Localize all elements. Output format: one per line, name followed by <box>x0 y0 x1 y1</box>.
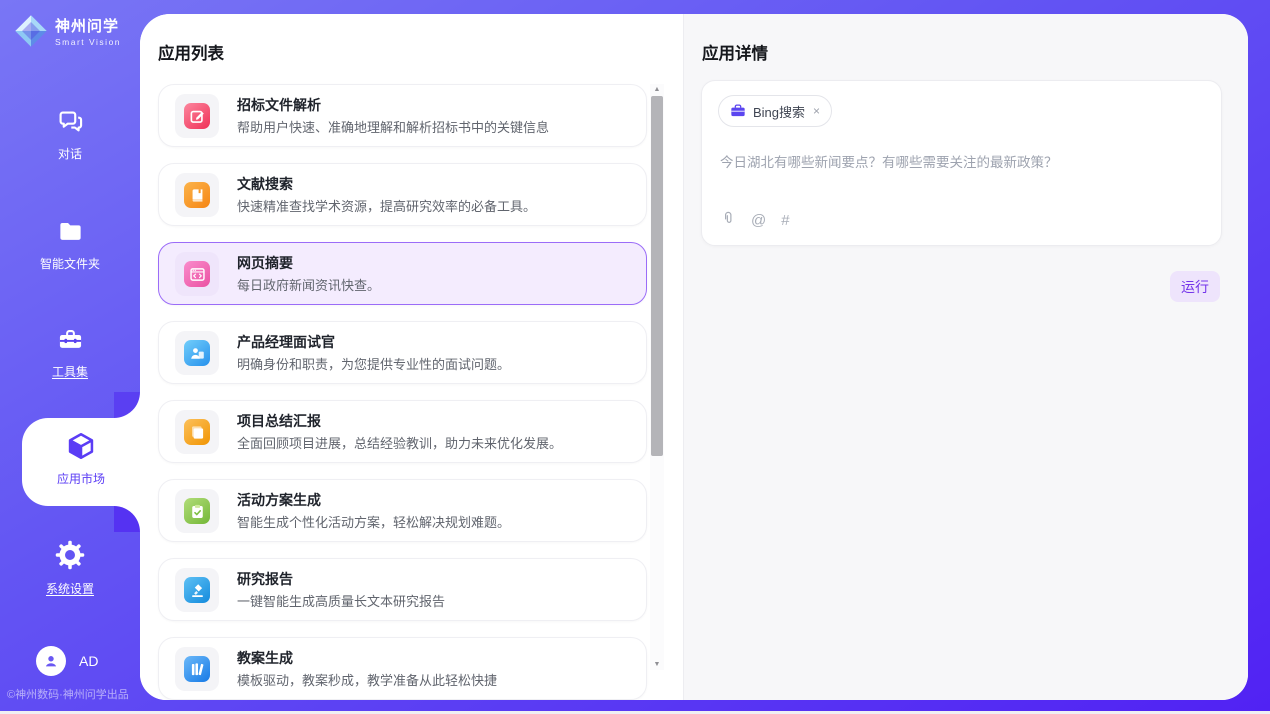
app-name: 产品经理面试官 <box>237 332 335 352</box>
avatar <box>36 646 66 676</box>
hash-icon[interactable]: # <box>781 213 789 228</box>
run-button[interactable]: 运行 <box>1170 271 1220 302</box>
gem-logo-icon <box>13 13 49 49</box>
sidebar-item-label: 智能文件夹 <box>0 255 140 272</box>
browser-code-icon <box>184 261 210 287</box>
copyright-text: ©神州数码·神州问学出品 <box>7 686 147 702</box>
app-name: 活动方案生成 <box>237 490 321 510</box>
toolbox-icon <box>57 326 84 353</box>
app-desc: 全面回顾项目进展，总结经验教训，助力未来优化发展。 <box>237 433 562 452</box>
app-tile <box>175 173 219 217</box>
sidebar-item-toolset[interactable]: 工具集 <box>0 326 140 380</box>
scrollbar[interactable]: ▲ ▼ <box>650 84 664 670</box>
app-card-project-summary[interactable]: 项目总结汇报 全面回顾项目进展，总结经验教训，助力未来优化发展。 <box>158 400 647 463</box>
app-detail-pane: 应用详情 Bing搜索 × 今日湖北有哪些新闻要点？有哪些需要关注的最新政策？ <box>683 14 1248 700</box>
app-detail-title: 应用详情 <box>702 40 768 64</box>
app-tile <box>175 252 219 296</box>
scrollbar-thumb[interactable] <box>651 96 663 456</box>
app-name: 招标文件解析 <box>237 95 321 115</box>
clipboard-check-icon <box>184 498 210 524</box>
chip-close-icon[interactable]: × <box>813 104 820 118</box>
app-card-bid-analysis[interactable]: 招标文件解析 帮助用户快速、准确地理解和解析招标书中的关键信息 <box>158 84 647 147</box>
book-icon <box>184 182 210 208</box>
app-card-web-summary[interactable]: 网页摘要 每日政府新闻资讯快查。 <box>158 242 647 305</box>
app-list: 招标文件解析 帮助用户快速、准确地理解和解析招标书中的关键信息 文献搜索 快速精… <box>158 84 647 700</box>
app-desc: 一键智能生成高质量长文本研究报告 <box>237 591 445 610</box>
folder-icon <box>57 218 84 245</box>
app-name: 文献搜索 <box>237 174 293 194</box>
main-content: 应用列表 招标文件解析 帮助用户快速、准确地理解和解析招标书中的关键信息 <box>140 14 1248 700</box>
prompt-toolbar: @ # <box>720 210 790 230</box>
app-list-pane: 应用列表 招标文件解析 帮助用户快速、准确地理解和解析招标书中的关键信息 <box>140 14 683 700</box>
user-account[interactable]: AD <box>36 646 98 676</box>
app-desc: 每日政府新闻资讯快查。 <box>237 275 380 294</box>
microscope-icon <box>184 577 210 603</box>
prompt-card: Bing搜索 × 今日湖北有哪些新闻要点？有哪些需要关注的最新政策？ @ # <box>701 80 1222 246</box>
app-name: 网页摘要 <box>237 253 293 273</box>
app-tile <box>175 410 219 454</box>
app-desc: 快速精准查找学术资源，提高研究效率的必备工具。 <box>237 196 536 215</box>
chat-icon <box>57 108 84 135</box>
app-name: 教案生成 <box>237 648 293 668</box>
notch-curve-top <box>114 392 140 418</box>
notes-icon <box>184 419 210 445</box>
tool-chip-bing-search[interactable]: Bing搜索 × <box>718 95 832 127</box>
app-tile <box>175 331 219 375</box>
sidebar-item-label: 工具集 <box>0 363 140 380</box>
brand-name: 神州问学 <box>55 15 121 36</box>
app-card-lesson-plan[interactable]: 教案生成 模板驱动，教案秒成，教学准备从此轻松快捷 <box>158 637 647 700</box>
app-desc: 帮助用户快速、准确地理解和解析招标书中的关键信息 <box>237 117 549 136</box>
app-desc: 模板驱动，教案秒成，教学准备从此轻松快捷 <box>237 670 497 689</box>
sidebar-item-chat[interactable]: 对话 <box>0 108 140 162</box>
app-name: 研究报告 <box>237 569 293 589</box>
sidebar-item-app-market[interactable]: 应用市场 <box>22 418 140 506</box>
scroll-up-icon[interactable]: ▲ <box>650 86 664 93</box>
edit-square-icon <box>184 103 210 129</box>
app-desc: 明确身份和职责，为您提供专业性的面试问题。 <box>237 354 510 373</box>
brand-tagline: Smart Vision <box>55 37 121 47</box>
app-card-research-report[interactable]: 研究报告 一键智能生成高质量长文本研究报告 <box>158 558 647 621</box>
cube-icon <box>65 430 97 462</box>
interviewer-icon <box>184 340 210 366</box>
app-tile <box>175 647 219 691</box>
app-tile <box>175 489 219 533</box>
notch-curve-bottom <box>114 506 140 532</box>
brand-logo: 神州问学 Smart Vision <box>13 13 121 49</box>
app-tile <box>175 94 219 138</box>
app-tile <box>175 568 219 612</box>
app-card-event-plan[interactable]: 活动方案生成 智能生成个性化活动方案，轻松解决规划难题。 <box>158 479 647 542</box>
app-name: 项目总结汇报 <box>237 411 321 431</box>
gear-icon <box>55 540 85 570</box>
tool-chip-label: Bing搜索 <box>753 102 805 121</box>
app-card-literature-search[interactable]: 文献搜索 快速精准查找学术资源，提高研究效率的必备工具。 <box>158 163 647 226</box>
sidebar-item-settings[interactable]: 系统设置 <box>0 540 140 597</box>
user-initials: AD <box>79 653 98 669</box>
app-list-title: 应用列表 <box>158 40 224 64</box>
sidebar-item-label: 系统设置 <box>0 580 140 597</box>
books-icon <box>184 656 210 682</box>
briefcase-icon <box>730 103 746 119</box>
sidebar-item-label: 对话 <box>0 145 140 162</box>
sidebar-item-smart-folder[interactable]: 智能文件夹 <box>0 218 140 272</box>
scroll-down-icon[interactable]: ▼ <box>650 661 664 668</box>
app-desc: 智能生成个性化活动方案，轻松解决规划难题。 <box>237 512 510 531</box>
prompt-input[interactable]: 今日湖北有哪些新闻要点？有哪些需要关注的最新政策？ <box>720 151 1203 171</box>
app-window: 神州问学 Smart Vision 对话 智能文件夹 <box>0 0 1270 714</box>
sidebar-item-label: 应用市场 <box>22 470 140 487</box>
app-card-pm-interviewer[interactable]: 产品经理面试官 明确身份和职责，为您提供专业性的面试问题。 <box>158 321 647 384</box>
attachment-icon[interactable] <box>720 210 736 230</box>
mention-icon[interactable]: @ <box>751 213 766 228</box>
